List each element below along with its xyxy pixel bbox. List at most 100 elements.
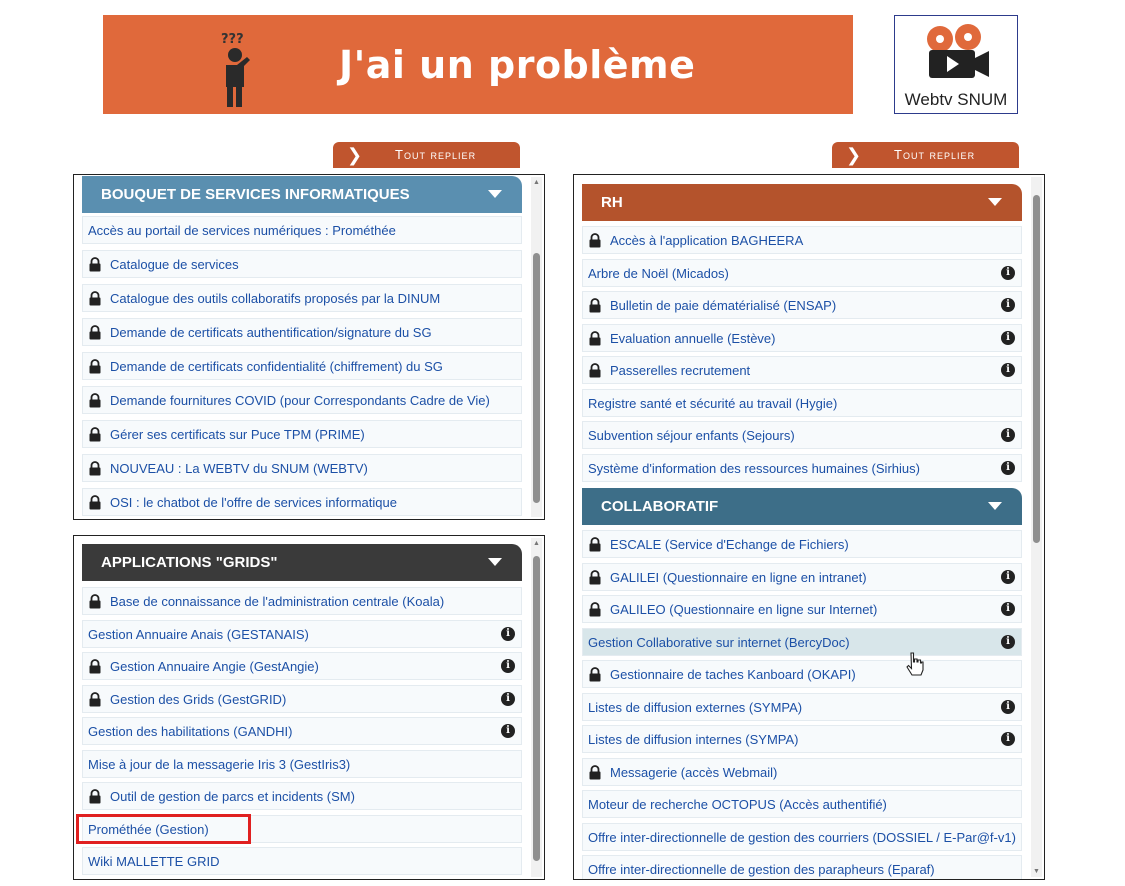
info-icon[interactable]: i bbox=[1001, 330, 1015, 345]
list-item[interactable]: Gestion Collaborative sur internet (Berc… bbox=[582, 627, 1022, 656]
list-item[interactable]: Système d'information des ressources hum… bbox=[582, 453, 1022, 482]
scroll-up-icon[interactable]: ▲ bbox=[533, 179, 540, 186]
info-icon[interactable]: i bbox=[1001, 634, 1015, 649]
list-item-label: Gestion des Grids (GestGRID) bbox=[110, 691, 287, 707]
info-icon[interactable]: i bbox=[1001, 298, 1015, 312]
webtv-logo[interactable]: Webtv SNUM bbox=[894, 15, 1018, 114]
list-item[interactable]: Gestion Annuaire Angie (GestAngie) i bbox=[82, 652, 522, 680]
section-header-grids[interactable]: APPLICATIONS "GRIDS" bbox=[82, 544, 522, 581]
list-item[interactable]: Demande de certificats authentification/… bbox=[82, 318, 522, 346]
scroll-down-icon[interactable]: ▼ bbox=[1033, 868, 1040, 875]
list-item-label: Gestion des habilitations (GANDHI) bbox=[88, 724, 293, 739]
scrollbar-thumb[interactable] bbox=[533, 556, 540, 861]
list-item-label: Gestion Annuaire Anais (GESTANAIS) bbox=[88, 626, 309, 642]
info-icon[interactable]: i bbox=[501, 659, 515, 673]
lock-icon bbox=[588, 330, 602, 346]
info-icon[interactable]: i bbox=[501, 724, 515, 738]
info-icon[interactable]: i bbox=[1001, 428, 1015, 442]
scrollbar-thumb[interactable] bbox=[533, 253, 540, 503]
webtv-label: Webtv SNUM bbox=[904, 90, 1008, 109]
list-item[interactable]: Registre santé et sécurité au travail (H… bbox=[582, 388, 1022, 417]
list-item[interactable]: Gérer ses certificats sur Puce TPM (PRIM… bbox=[82, 420, 522, 448]
info-icon[interactable]: i bbox=[1001, 460, 1015, 475]
list-item[interactable]: ESCALE (Service d'Echange de Fichiers) bbox=[582, 530, 1022, 558]
list-item[interactable]: Prométhée (Gestion) bbox=[82, 814, 522, 843]
info-icon[interactable]: i bbox=[1001, 732, 1015, 746]
collapse-all-label: Tout replier bbox=[395, 147, 477, 162]
lock-icon bbox=[88, 594, 102, 609]
list-item-label: Offre inter-directionnelle de gestion de… bbox=[588, 829, 1016, 845]
list-item[interactable]: Subvention séjour enfants (Sejours) i bbox=[582, 421, 1022, 449]
rh-collaboratif-panel: RH COLLABORATIF Accès à l'application BA… bbox=[573, 174, 1045, 880]
grids-panel: APPLICATIONS "GRIDS" Base de connaissanc… bbox=[73, 535, 545, 880]
collapse-all-button-right[interactable]: ❯ Tout replier bbox=[832, 142, 1019, 168]
list-item[interactable]: Bulletin de paie dématérialisé (ENSAP) i bbox=[582, 291, 1022, 319]
list-item[interactable]: Accès au portail de services numériques … bbox=[82, 216, 522, 244]
scrollbar[interactable]: ▼ bbox=[1031, 177, 1042, 877]
list-item[interactable]: Demande de certificats confidentialité (… bbox=[82, 352, 522, 380]
lock-icon bbox=[88, 359, 102, 374]
list-item-label: Gestion Annuaire Angie (GestAngie) bbox=[110, 659, 319, 674]
section-header-rh[interactable]: RH bbox=[582, 184, 1022, 221]
section-header-collaboratif[interactable]: COLLABORATIF bbox=[582, 488, 1022, 525]
list-item[interactable]: Mise à jour de la messagerie Iris 3 (Ges… bbox=[82, 749, 522, 778]
list-item[interactable]: Evaluation annuelle (Estève) i bbox=[582, 323, 1022, 352]
list-item-label: ESCALE (Service d'Echange de Fichiers) bbox=[610, 537, 849, 552]
list-item[interactable]: Gestionnaire de taches Kanboard (OKAPI) bbox=[582, 660, 1022, 688]
info-icon[interactable]: i bbox=[501, 626, 515, 641]
info-icon[interactable]: i bbox=[1001, 265, 1015, 280]
banner-title: J'ai un problème bbox=[339, 43, 696, 87]
section-title: COLLABORATIF bbox=[601, 498, 719, 515]
list-item-label: Registre santé et sécurité au travail (H… bbox=[588, 395, 838, 411]
lock-icon bbox=[88, 291, 102, 306]
list-item[interactable]: Messagerie (accès Webmail) bbox=[582, 757, 1022, 786]
list-item[interactable]: Wiki MALLETTE GRID bbox=[82, 847, 522, 875]
list-item[interactable]: Catalogue de services bbox=[82, 250, 522, 278]
list-item-label: Subvention séjour enfants (Sejours) bbox=[588, 428, 795, 443]
list-item-label: Evaluation annuelle (Estève) bbox=[610, 330, 776, 346]
list-item[interactable]: Catalogue des outils collaboratifs propo… bbox=[82, 284, 522, 312]
list-item[interactable]: Base de connaissance de l'administration… bbox=[82, 587, 522, 615]
caret-down-icon bbox=[488, 558, 502, 566]
lock-icon bbox=[88, 325, 102, 340]
scrollbar-thumb[interactable] bbox=[1033, 195, 1040, 543]
list-item[interactable]: Offre inter-directionnelle de gestion de… bbox=[582, 822, 1022, 851]
list-item[interactable]: Passerelles recrutement i bbox=[582, 356, 1022, 384]
list-item-label: Listes de diffusion internes (SYMPA) bbox=[588, 732, 799, 747]
list-item[interactable]: OSI : le chatbot de l'offre de services … bbox=[82, 488, 522, 516]
list-item[interactable]: Arbre de Noël (Micados) i bbox=[582, 258, 1022, 287]
list-item[interactable]: GALILEI (Questionnaire en ligne en intra… bbox=[582, 562, 1022, 591]
list-item-label: Gestionnaire de taches Kanboard (OKAPI) bbox=[610, 667, 856, 682]
info-icon[interactable]: i bbox=[1001, 602, 1015, 616]
list-item[interactable]: Listes de diffusion internes (SYMPA) i bbox=[582, 725, 1022, 753]
problem-banner[interactable]: ??? J'ai un problème bbox=[103, 15, 853, 114]
list-item-label: Offre inter-directionnelle de gestion de… bbox=[588, 862, 935, 877]
lock-icon bbox=[588, 298, 602, 313]
list-item-label: Outil de gestion de parcs et incidents (… bbox=[110, 789, 355, 804]
list-item[interactable]: Offre inter-directionnelle de gestion de… bbox=[582, 855, 1022, 879]
list-item[interactable]: Demande fournitures COVID (pour Correspo… bbox=[82, 386, 522, 414]
info-icon[interactable]: i bbox=[1001, 569, 1015, 584]
section-header-bouquet[interactable]: BOUQUET DE SERVICES INFORMATIQUES bbox=[82, 176, 522, 213]
info-icon[interactable]: i bbox=[1001, 699, 1015, 714]
collapse-all-button-left[interactable]: ❯ Tout replier bbox=[333, 142, 520, 168]
section-title: BOUQUET DE SERVICES INFORMATIQUES bbox=[101, 186, 410, 203]
scrollbar[interactable]: ▲ bbox=[531, 538, 542, 877]
list-item[interactable]: Gestion des habilitations (GANDHI) i bbox=[82, 717, 522, 745]
info-icon[interactable]: i bbox=[1001, 363, 1015, 377]
list-item[interactable]: NOUVEAU : La WEBTV du SNUM (WEBTV) bbox=[82, 454, 522, 482]
scroll-up-icon[interactable]: ▲ bbox=[533, 540, 540, 547]
scrollbar[interactable]: ▲ bbox=[531, 177, 542, 517]
list-item[interactable]: Gestion des Grids (GestGRID) i bbox=[82, 684, 522, 713]
list-item-label: Base de connaissance de l'administration… bbox=[110, 594, 445, 609]
list-item[interactable]: Moteur de recherche OCTOPUS (Accès authe… bbox=[582, 790, 1022, 818]
list-item-label: Gestion Collaborative sur internet (Berc… bbox=[588, 634, 850, 650]
list-item[interactable]: Listes de diffusion externes (SYMPA) i bbox=[582, 692, 1022, 721]
list-item[interactable]: Outil de gestion de parcs et incidents (… bbox=[82, 782, 522, 810]
list-item[interactable]: Accès à l'application BAGHEERA bbox=[582, 226, 1022, 254]
list-item[interactable]: Gestion Annuaire Anais (GESTANAIS) i bbox=[82, 619, 522, 648]
chevron-right-icon: ❯ bbox=[347, 145, 364, 165]
info-icon[interactable]: i bbox=[501, 691, 515, 706]
list-item[interactable]: GALILEO (Questionnaire en ligne sur Inte… bbox=[582, 595, 1022, 623]
collapse-all-label: Tout replier bbox=[894, 147, 976, 162]
